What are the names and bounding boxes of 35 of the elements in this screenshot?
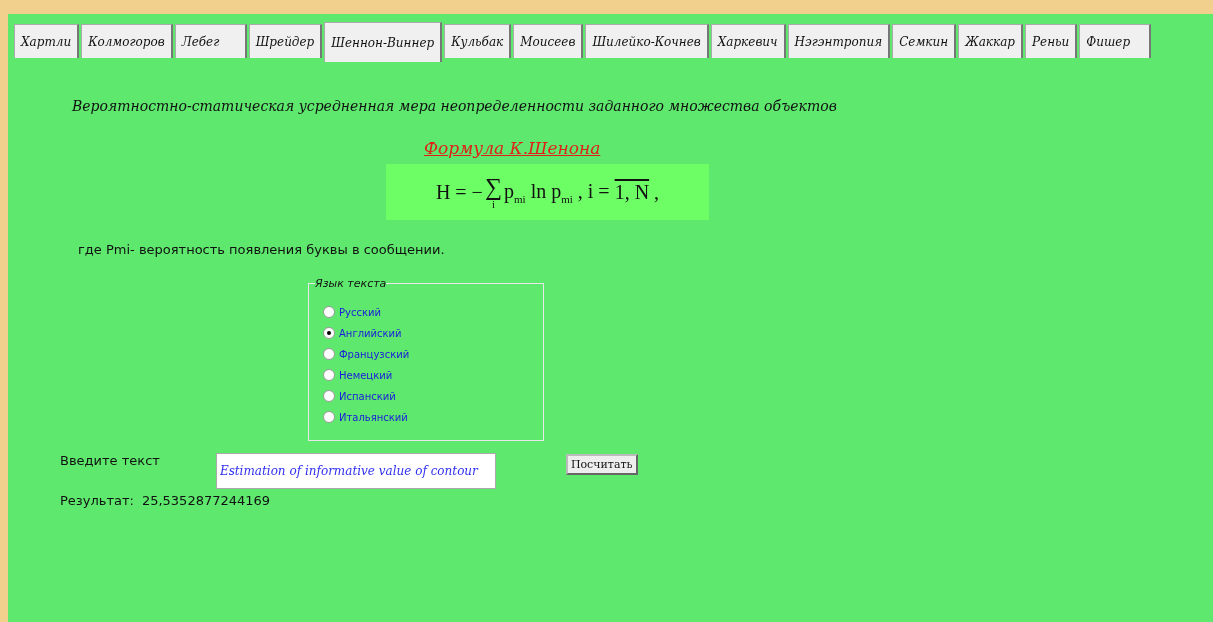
formula-title: Формула К.Шенона <box>424 138 601 158</box>
radio-option[interactable]: Испанский <box>323 388 543 404</box>
radio-button[interactable] <box>323 348 335 360</box>
text-field[interactable]: Estimation of informative value of contour <box>215 453 496 489</box>
note-text: где Pmi- вероятность появления буквы в сообщении. <box>78 242 446 257</box>
tab[interactable]: Лебег <box>174 24 247 58</box>
tab[interactable]: Шилейко-Кочнев <box>585 24 709 58</box>
heading: Вероятностно-статическая усредненная мера неопределенности заданного множества объектов <box>72 98 838 114</box>
group-title: Язык текста <box>315 277 387 290</box>
tab[interactable]: Шеннон-Виннер <box>324 22 443 62</box>
radio-option[interactable]: Немецкий <box>323 367 543 383</box>
radio-button[interactable] <box>323 390 335 402</box>
radio-option[interactable]: Русский <box>323 304 543 320</box>
radio-button[interactable] <box>323 369 335 381</box>
tab[interactable]: Реньи <box>1024 24 1078 58</box>
tab[interactable]: Шрейдер <box>248 24 323 58</box>
radio-option[interactable]: Английский <box>323 325 543 341</box>
radio-option[interactable]: Французский <box>323 346 543 362</box>
radio-button[interactable] <box>323 411 335 423</box>
tab[interactable]: Хартли <box>14 24 80 58</box>
tab[interactable]: Кульбак <box>444 24 512 58</box>
tab[interactable]: Жаккар <box>958 24 1023 58</box>
radio-button[interactable] <box>323 327 335 339</box>
radio-option[interactable]: Итальянский <box>323 409 543 425</box>
tab[interactable]: Нэгэнтропия <box>787 24 891 58</box>
tab[interactable]: Семкин <box>892 24 957 58</box>
tab[interactable]: Харкевич <box>710 24 786 58</box>
tab[interactable]: Колмогоров <box>81 24 173 58</box>
result-label: Результат: <box>60 493 134 508</box>
radio-button[interactable] <box>323 306 335 318</box>
tab[interactable]: Фишер <box>1079 24 1152 58</box>
calculate-button[interactable]: Посчитать <box>565 454 638 475</box>
tab[interactable]: Моисеев <box>513 24 584 58</box>
input-label: Введите текст <box>60 453 160 468</box>
result-value: 25,5352877244169 <box>141 493 271 508</box>
